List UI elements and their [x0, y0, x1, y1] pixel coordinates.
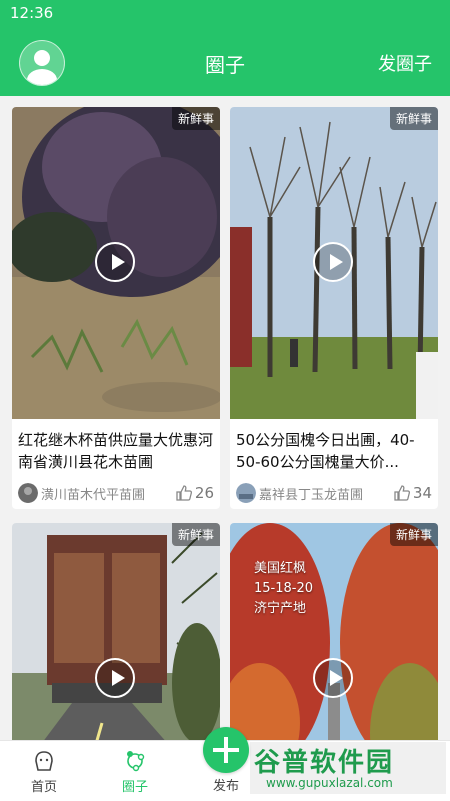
- author-name[interactable]: 嘉祥县丁玉龙苗圃: [259, 484, 393, 503]
- video-thumbnail[interactable]: 新鲜事 美国红枫 15-18-20 济宁产地: [230, 523, 438, 740]
- post-circle-button[interactable]: 发圈子: [378, 50, 432, 76]
- tab-home[interactable]: 首页: [14, 749, 74, 795]
- play-icon[interactable]: [313, 242, 353, 282]
- status-time: 12:36: [10, 4, 54, 22]
- play-icon[interactable]: [95, 242, 135, 282]
- author-name[interactable]: 潢川苗木代平苗圃: [41, 484, 175, 503]
- tab-label: 圈子: [121, 780, 148, 795]
- video-overlay-text: 美国红枫 15-18-20 济宁产地: [254, 559, 313, 619]
- card-title[interactable]: 50公分国槐今日出圃，40-50-60公分国槐量大价...: [236, 429, 432, 473]
- publish-plus-button[interactable]: [203, 727, 249, 773]
- video-thumbnail[interactable]: 新鲜事: [12, 523, 220, 740]
- video-thumbnail[interactable]: 新鲜事: [230, 107, 438, 419]
- tag-badge: 新鲜事: [389, 523, 438, 546]
- tag-badge: 新鲜事: [171, 523, 220, 546]
- tag-badge: 新鲜事: [389, 107, 438, 130]
- tag-badge: 新鲜事: [171, 107, 220, 130]
- author-avatar-icon[interactable]: [18, 483, 38, 503]
- tab-label: 首页: [30, 780, 57, 795]
- thumbs-up-icon[interactable]: [393, 484, 411, 502]
- feed[interactable]: 新鲜事 红花继木杯苗供应量大优惠河南省潢川县花木苗圃 潢川苗木代平苗圃 26 新…: [0, 96, 450, 740]
- home-icon: [35, 751, 53, 771]
- video-thumbnail[interactable]: 新鲜事: [12, 107, 220, 419]
- watermark-logo: 谷普软件园: [254, 748, 395, 778]
- feed-card[interactable]: 新鲜事 红花继木杯苗供应量大优惠河南省潢川县花木苗圃 潢川苗木代平苗圃 26: [12, 107, 220, 509]
- overlay-line: 15-18-20: [254, 581, 314, 596]
- card-title[interactable]: 红花继木杯苗供应量大优惠河南省潢川县花木苗圃: [18, 429, 214, 473]
- feed-card[interactable]: 新鲜事: [12, 523, 220, 740]
- feed-card[interactable]: 新鲜事 美国红枫 15-18-20 济宁产地: [230, 523, 438, 740]
- top-bar: 12:36 圈子 发圈子: [0, 0, 450, 96]
- watermark-url: www.gupuxlazal.com: [266, 776, 393, 790]
- like-count: 26: [194, 484, 214, 502]
- tab-circle[interactable]: 圈子: [105, 749, 165, 795]
- overlay-line: 美国红枫: [254, 561, 307, 576]
- thumbs-up-icon[interactable]: [175, 484, 193, 502]
- play-icon[interactable]: [313, 658, 353, 698]
- tab-publish[interactable]: 发布: [196, 775, 256, 794]
- card-meta: 嘉祥县丁玉龙苗圃 34: [236, 481, 432, 505]
- author-avatar-icon[interactable]: [236, 483, 256, 503]
- thumbnail-image: [230, 523, 438, 740]
- user-avatar-icon[interactable]: [19, 40, 65, 86]
- watermark: 谷普软件园 www.gupuxlazal.com: [250, 742, 446, 794]
- overlay-line: 济宁产地: [254, 601, 307, 616]
- thumbnail-image: [12, 523, 220, 740]
- page-title: 圈子: [205, 53, 245, 77]
- circle-network-icon: [127, 751, 145, 772]
- like-count: 34: [412, 484, 432, 502]
- card-meta: 潢川苗木代平苗圃 26: [18, 481, 214, 505]
- feed-card[interactable]: 新鲜事 50公分国槐今日出圃，40-50-60公分国槐量大价... 嘉祥县丁玉龙…: [230, 107, 438, 509]
- tab-label: 发布: [212, 779, 239, 794]
- play-icon[interactable]: [95, 658, 135, 698]
